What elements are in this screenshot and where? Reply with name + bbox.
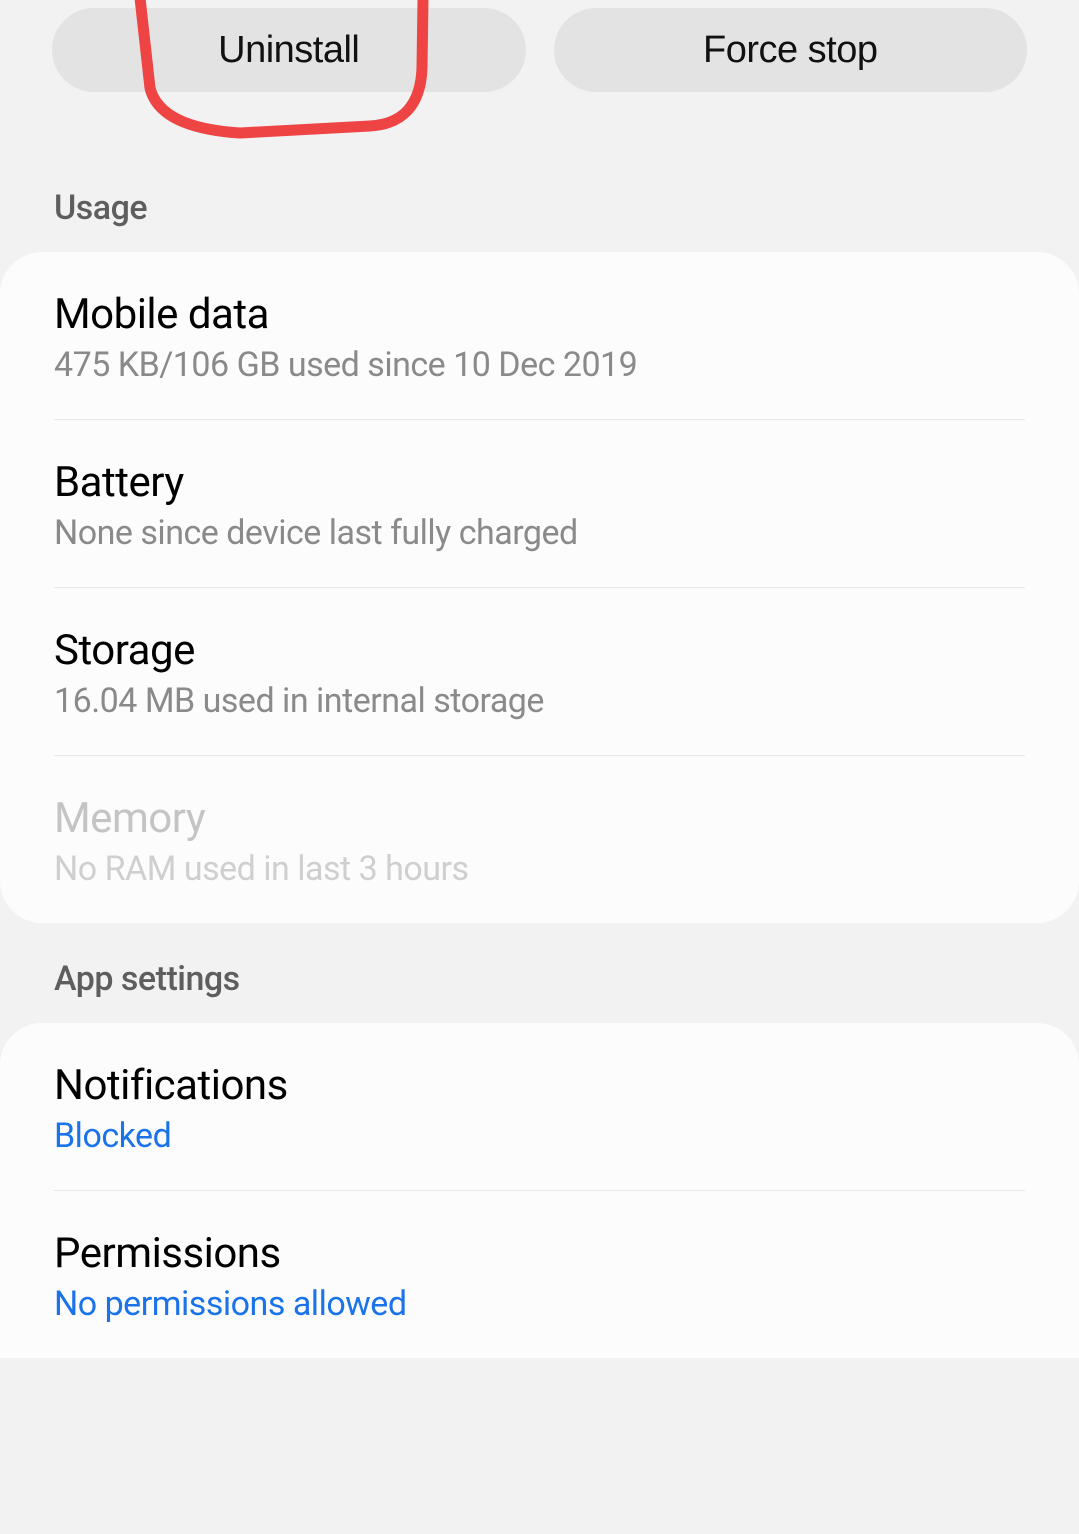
mobile-data-sub: 475 KB/106 GB used since 10 Dec 2019 <box>54 345 1025 385</box>
app-settings-section-header: App settings <box>0 959 1079 999</box>
permissions-row[interactable]: Permissions No permissions allowed <box>54 1191 1025 1358</box>
notifications-sub: Blocked <box>54 1116 1025 1156</box>
app-settings-card: Notifications Blocked Permissions No per… <box>0 1023 1079 1358</box>
permissions-sub: No permissions allowed <box>54 1284 1025 1324</box>
storage-row[interactable]: Storage 16.04 MB used in internal storag… <box>54 588 1025 756</box>
uninstall-button[interactable]: Uninstall <box>52 8 526 92</box>
force-stop-button[interactable]: Force stop <box>554 8 1028 92</box>
notifications-title: Notifications <box>54 1061 1025 1110</box>
usage-card: Mobile data 475 KB/106 GB used since 10 … <box>0 252 1079 923</box>
storage-sub: 16.04 MB used in internal storage <box>54 681 1025 721</box>
usage-section-header: Usage <box>0 188 1079 228</box>
battery-title: Battery <box>54 458 1025 507</box>
memory-title: Memory <box>54 794 1025 843</box>
battery-sub: None since device last fully charged <box>54 513 1025 553</box>
storage-title: Storage <box>54 626 1025 675</box>
memory-sub: No RAM used in last 3 hours <box>54 849 1025 889</box>
permissions-title: Permissions <box>54 1229 1025 1278</box>
mobile-data-title: Mobile data <box>54 290 1025 339</box>
battery-row[interactable]: Battery None since device last fully cha… <box>54 420 1025 588</box>
memory-row: Memory No RAM used in last 3 hours <box>54 756 1025 923</box>
mobile-data-row[interactable]: Mobile data 475 KB/106 GB used since 10 … <box>54 252 1025 420</box>
notifications-row[interactable]: Notifications Blocked <box>54 1023 1025 1191</box>
action-button-row: Uninstall Force stop <box>0 8 1079 92</box>
